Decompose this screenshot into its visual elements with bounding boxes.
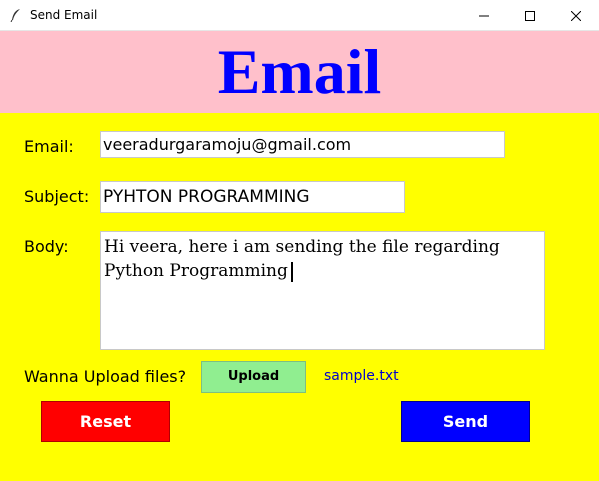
maximize-button[interactable] [507,0,553,31]
text-cursor [290,261,293,282]
minimize-button[interactable] [461,0,507,31]
body-label: Body: [24,237,69,256]
upload-button[interactable]: Upload [201,361,306,393]
maximize-icon [525,10,535,21]
close-button[interactable] [553,0,599,31]
body-textarea[interactable]: Hi veera, here i am sending the file reg… [100,231,545,350]
header-banner: Email [0,31,599,113]
email-form: Email: veeradurgaramoju@gmail.com Subjec… [0,113,599,481]
send-button[interactable]: Send [401,401,530,442]
close-icon [571,10,581,21]
email-label: Email: [24,137,74,156]
title-bar: Send Email [0,0,599,31]
minimize-icon [479,15,489,16]
body-text: Hi veera, here i am sending the file reg… [104,237,500,281]
window-title: Send Email [30,8,98,22]
subject-field[interactable]: PYHTON PROGRAMMING [100,181,405,213]
attached-file-name: sample.txt [324,368,399,384]
subject-label: Subject: [24,187,90,206]
page-title: Email [217,36,382,107]
email-field[interactable]: veeradurgaramoju@gmail.com [100,131,505,158]
reset-button[interactable]: Reset [41,401,170,442]
feather-icon [10,8,22,23]
upload-prompt-label: Wanna Upload files? [24,367,187,386]
